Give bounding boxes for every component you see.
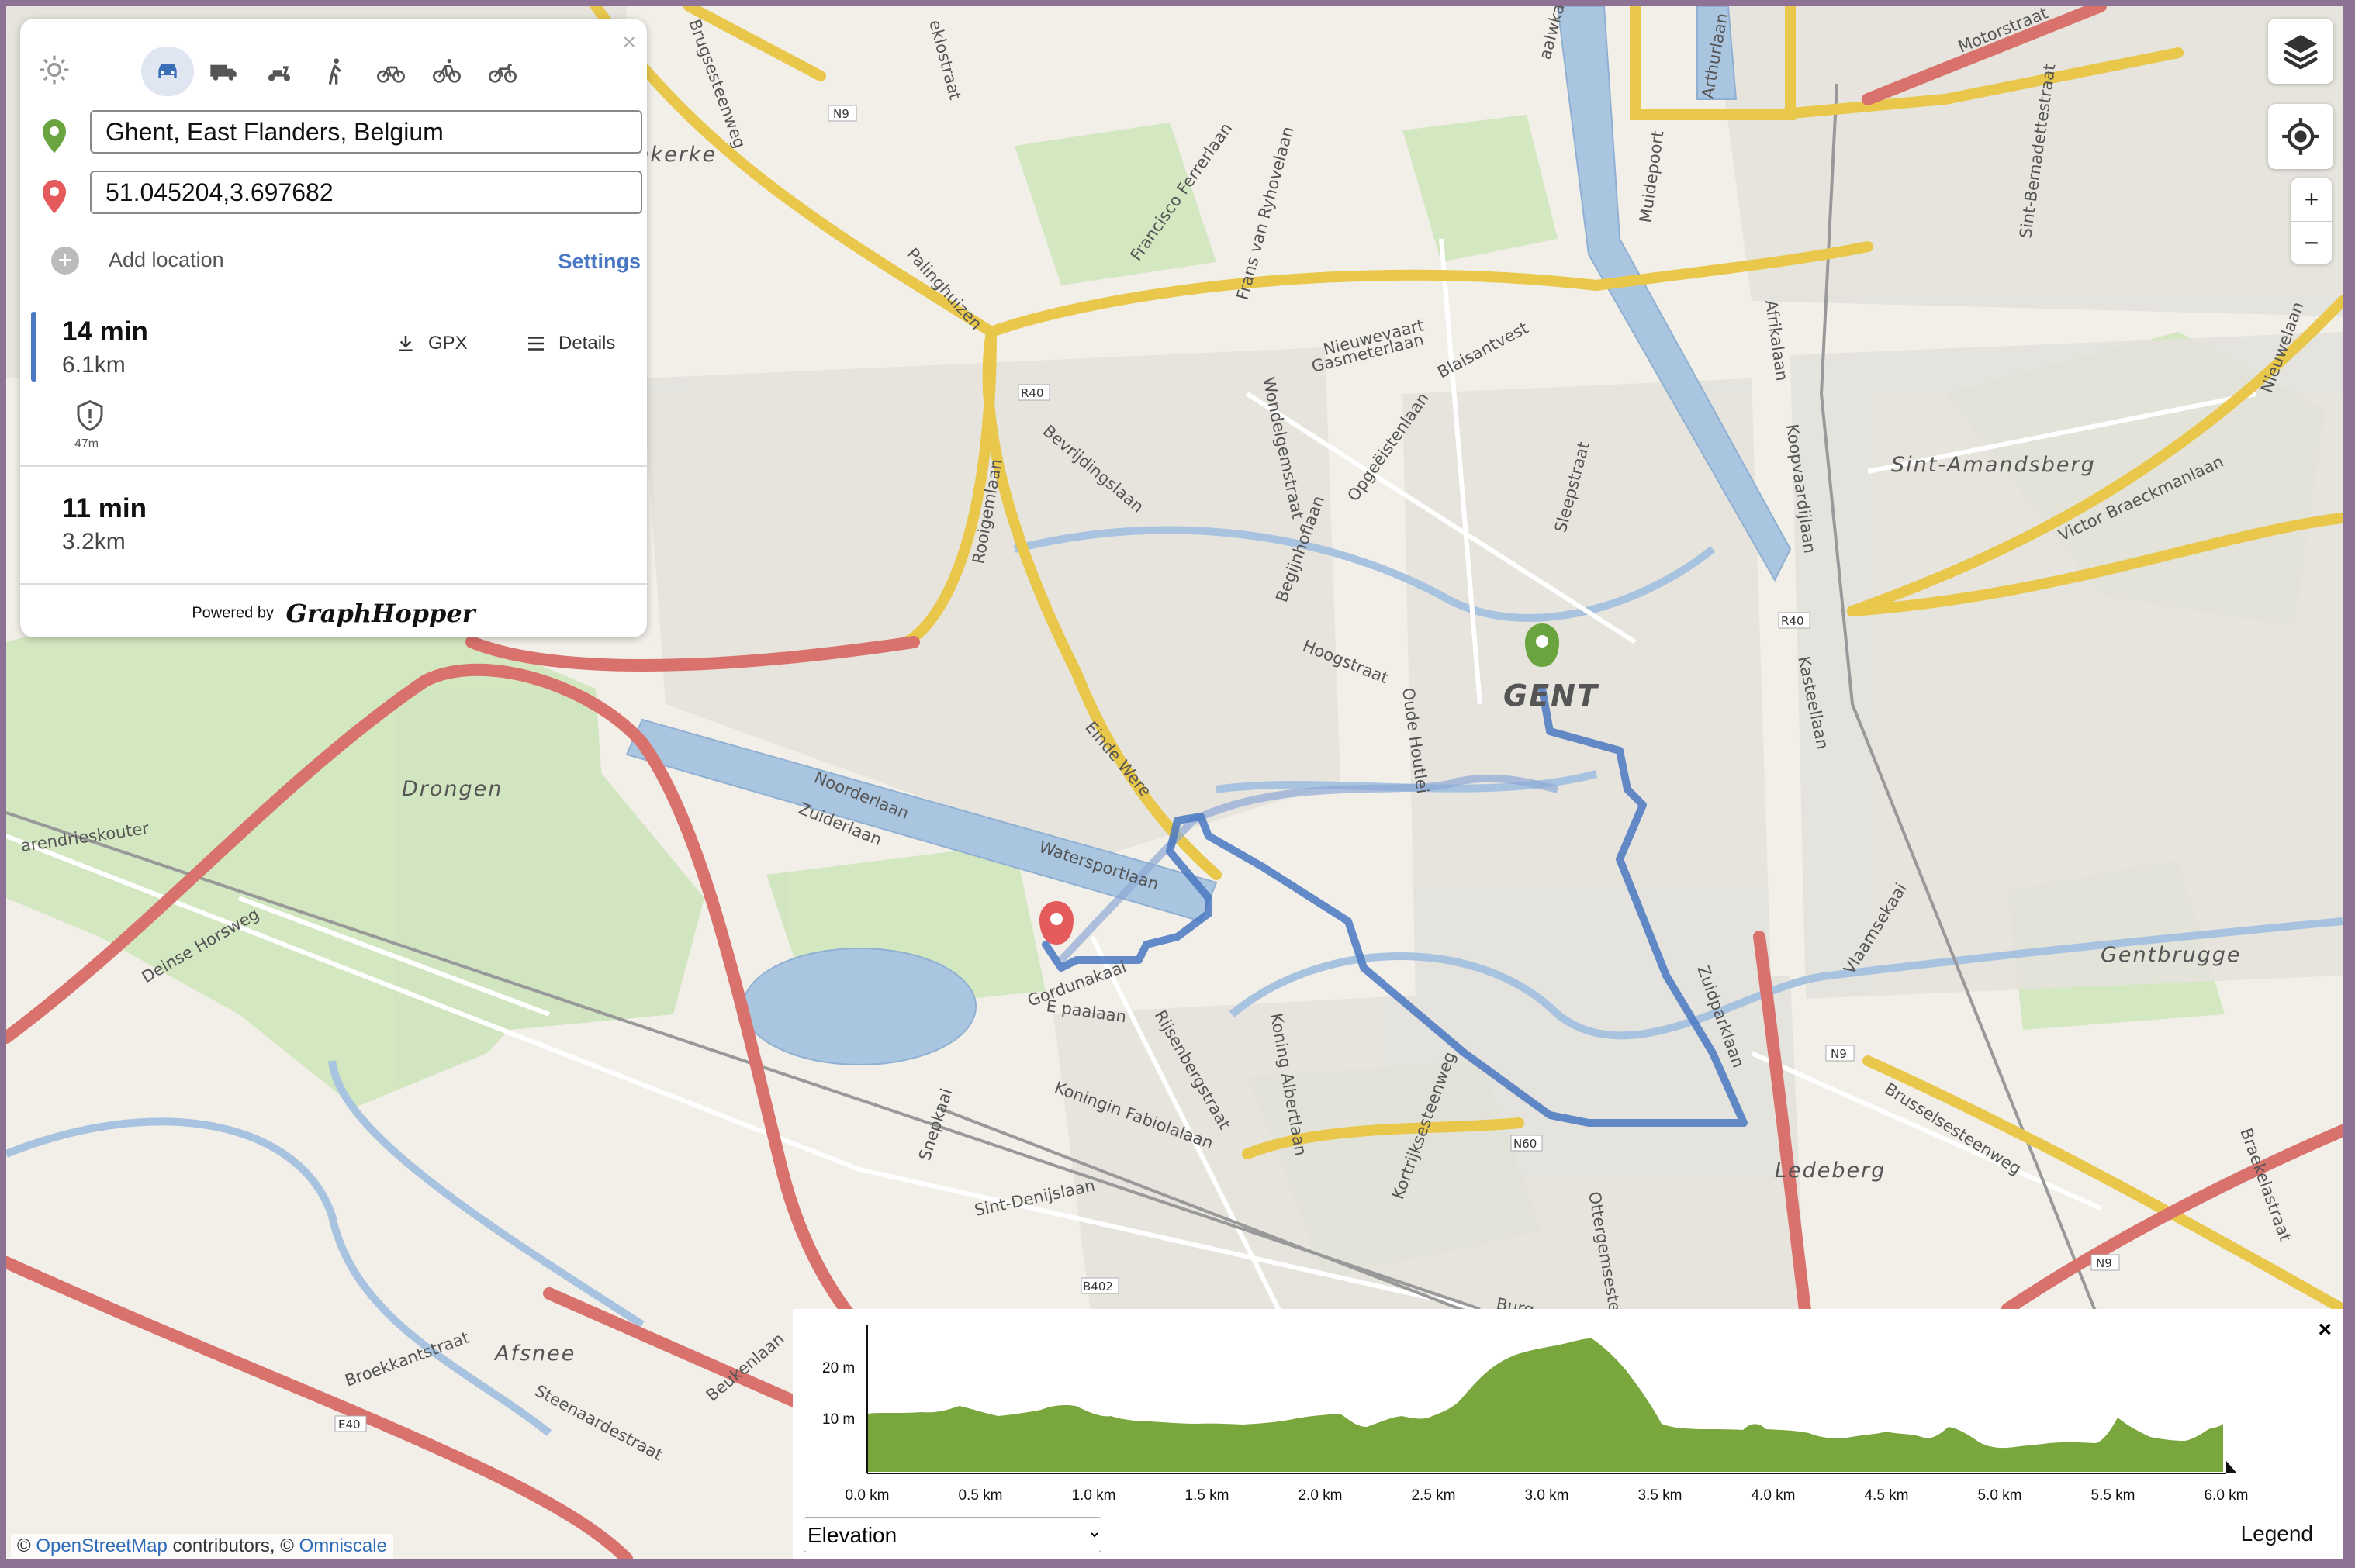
x-tick-label: 1.5 km [1184,1487,1229,1504]
legend-button[interactable]: Legend [2241,1521,2313,1546]
settings-link[interactable]: Settings [558,250,641,274]
close-elevation-icon[interactable]: × [2318,1317,2332,1343]
route-option-2[interactable]: 11 min 3.2km [20,484,647,577]
svg-text:B402: B402 [1083,1280,1113,1293]
x-tick-label: 3.0 km [1524,1487,1568,1504]
position-marker-icon[interactable] [2226,1461,2237,1473]
locate-icon [2282,118,2319,155]
x-tick-label: 2.5 km [1411,1487,1455,1504]
mtb-icon[interactable] [420,47,473,96]
divider [20,583,647,585]
svg-text:E40: E40 [338,1418,361,1432]
add-location-row: + Add location Settings [36,236,641,282]
vehicle-selector [141,47,529,96]
to-input[interactable] [90,171,642,214]
car-icon[interactable] [141,47,194,96]
x-tick-label: 5.0 km [1977,1487,2021,1504]
elevation-fill [867,1338,2223,1472]
route-distance: 6.1km [62,352,126,378]
bike-icon[interactable] [365,47,417,96]
details-button[interactable]: Details [524,332,615,355]
close-panel-icon[interactable]: × [622,29,636,56]
to-row [36,171,642,219]
gpx-button[interactable]: GPX [394,332,468,355]
place-label-afsnee: Afsnee [493,1342,576,1366]
x-tick-label: 6.0 km [2204,1487,2248,1504]
copyright-symbol: © [17,1535,31,1556]
omniscale-link[interactable]: Omniscale [299,1535,387,1556]
list-icon [528,337,544,351]
x-tick-label: 0.5 km [958,1487,1002,1504]
layers-button[interactable] [2268,19,2333,84]
svg-text:N9: N9 [833,107,849,121]
attribution: © OpenStreetMap contributors, © Omniscal… [11,1534,393,1559]
powered-by: Powered by GraphHopper [20,599,647,628]
racingbike-icon[interactable] [476,47,529,96]
graphhopper-logo[interactable]: GraphHopper [286,599,475,628]
divider [20,465,647,467]
svg-text:R40: R40 [1781,614,1804,628]
layers-icon [2283,35,2319,70]
warning-value: 47m [74,437,99,451]
x-tick-label: 1.0 km [1071,1487,1115,1504]
zoom-out-button[interactable]: − [2291,222,2332,264]
truck-icon[interactable] [197,47,250,96]
foot-icon[interactable] [309,47,361,96]
start-marker-icon[interactable] [1525,623,1559,667]
route-time: 14 min [62,316,148,347]
start-pin-icon [43,119,66,154]
place-label-akerke: akerke [636,143,717,167]
download-icon [399,336,413,351]
end-pin-icon [43,180,66,214]
from-row [36,110,642,158]
zoom-control: + − [2291,178,2332,264]
x-tick-label: 5.5 km [2090,1487,2135,1504]
elevation-panel: × 0.0 km 0.5 km 1.0 km 1.5 km 2.0 km 2.5 km 3.… [793,1309,2343,1559]
attribution-text: contributors, © [172,1535,294,1556]
place-label-sint-amandsberg: Sint-Amandsberg [1891,453,2096,477]
add-location-button[interactable]: Add location [109,248,224,272]
powered-by-label: Powered by [192,604,274,622]
svg-text:N9: N9 [1831,1047,1847,1061]
selected-route-indicator [31,312,36,382]
x-tick-label: 3.5 km [1637,1487,1682,1504]
from-input[interactable] [90,110,642,154]
y-tick-label: 10 m [822,1411,855,1428]
details-label: Details [558,333,616,354]
scooter-icon[interactable] [253,47,306,96]
zoom-in-button[interactable]: + [2291,178,2332,221]
gpx-label: GPX [428,333,468,354]
place-label-drongen: Drongen [402,777,503,801]
city-label: GENT [1503,679,1599,713]
locate-button[interactable] [2268,104,2333,169]
osm-link[interactable]: OpenStreetMap [36,1535,167,1556]
x-tick-label: 4.5 km [1864,1487,1908,1504]
svg-text:N9: N9 [2096,1256,2112,1270]
route-option-1[interactable]: 14 min 6.1km GPX Details 47m [20,298,647,461]
x-tick-label: 0.0 km [845,1487,889,1504]
x-tick-label: 4.0 km [1751,1487,1795,1504]
svg-text:R40: R40 [1021,386,1044,400]
route-time: 11 min [62,493,147,523]
end-marker-icon[interactable] [1039,901,1074,945]
add-location-icon[interactable]: + [51,247,79,275]
route-distance: 3.2km [62,529,126,554]
elevation-select[interactable]: Elevation [804,1517,1101,1552]
routing-panel: × Ghent, East Flanders, Belgium 51.04520… [20,19,647,637]
svg-text:N60: N60 [1513,1137,1537,1151]
shield-warning-icon[interactable] [74,399,105,433]
place-label-gentbrugge: Gentbrugge [2101,943,2241,967]
elevation-chart[interactable]: 0.0 km 0.5 km 1.0 km 1.5 km 2.0 km 2.5 km 3.0 … [793,1309,2343,1517]
settings-gear-icon[interactable] [37,53,71,87]
place-label-ledeberg: Ledeberg [1775,1159,1886,1183]
map-frame: N9 R40 R40 N60 B402 E40 N9 N9 GENT Drong… [6,6,2343,1559]
y-tick-label: 20 m [822,1360,855,1376]
x-tick-label: 2.0 km [1298,1487,1342,1504]
